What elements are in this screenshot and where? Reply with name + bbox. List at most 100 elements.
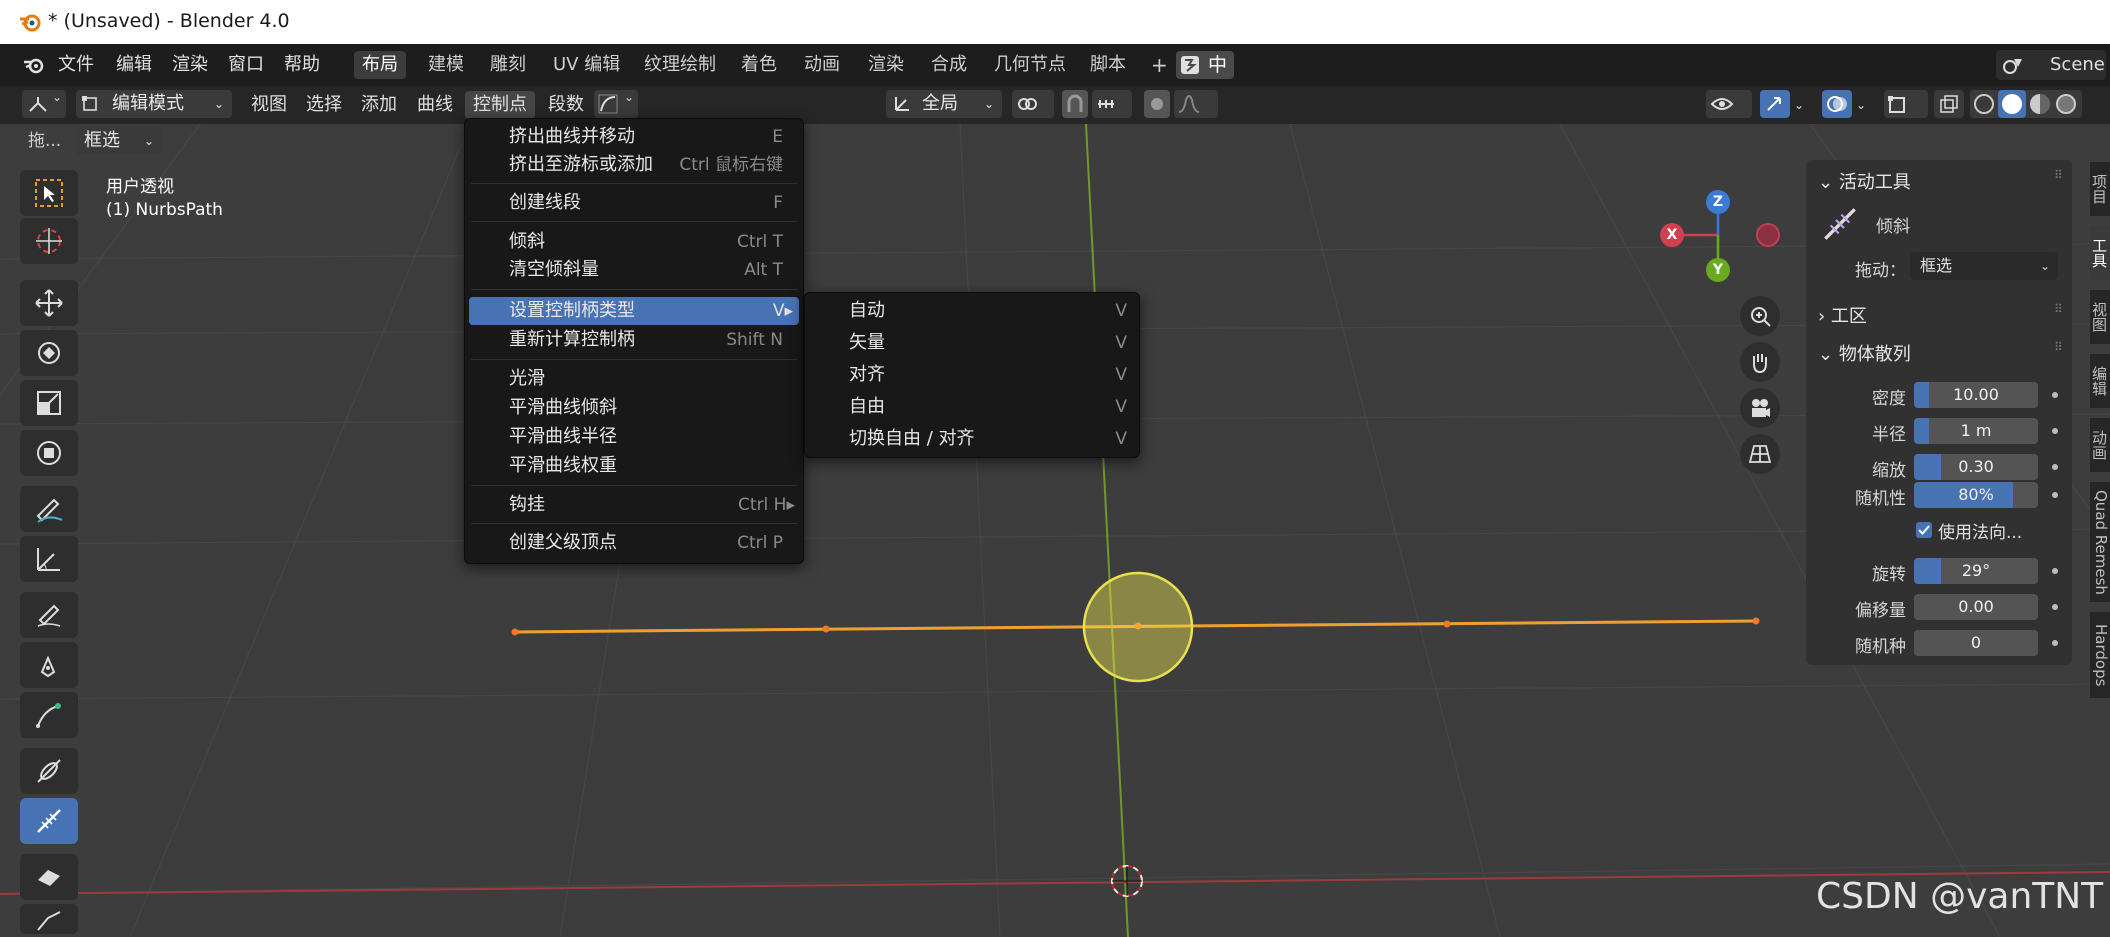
menu-curve[interactable]: 曲线 (409, 91, 461, 119)
menu-file[interactable]: 文件 (58, 52, 94, 78)
workspace-header[interactable]: › 工区 (1818, 302, 1867, 328)
side-tab-item[interactable]: 项目 (2090, 162, 2110, 216)
number-field[interactable]: 0 (1914, 630, 2038, 656)
menu-item-smooth[interactable]: 光滑 (465, 365, 803, 393)
menu-item-clear-tilt[interactable]: 清空倾斜量 Alt T (465, 256, 803, 284)
number-field[interactable]: 0.00 (1914, 594, 2038, 620)
menu-item-smooth-tilt[interactable]: 平滑曲线倾斜 (465, 394, 803, 422)
submenu-item-aligned[interactable]: 对齐 V (805, 361, 1139, 389)
menu-add[interactable]: 添加 (353, 91, 405, 119)
wireframe-shading-icon[interactable] (1974, 94, 1994, 114)
rendered-shading-icon[interactable] (2056, 94, 2076, 114)
menu-item-set-handle-type[interactable]: 设置控制柄类型 V▸ (469, 297, 799, 325)
menu-window[interactable]: 窗口 (228, 52, 264, 78)
tool-scale[interactable] (20, 380, 78, 426)
menu-control-points[interactable]: 控制点 (465, 91, 535, 119)
camera-view-button[interactable] (1740, 388, 1780, 428)
menu-segments[interactable]: 段数 (540, 91, 592, 119)
side-tab-quad-remesh[interactable]: Quad Remesh (2090, 482, 2110, 602)
keyframe-dot-icon[interactable] (2052, 392, 2058, 398)
tool-measure[interactable] (20, 536, 78, 582)
mode-dropdown[interactable]: 编辑模式 ⌄ (76, 90, 232, 118)
submenu-item-free[interactable]: 自由 V (805, 393, 1139, 421)
tool-move[interactable] (20, 280, 78, 326)
editor-type-button[interactable]: ⌄ (22, 90, 66, 118)
tab-layout[interactable]: 布局 (354, 51, 406, 79)
menu-item-extrude-cursor[interactable]: 挤出至游标或添加 Ctrl 鼠标右键 (465, 151, 803, 179)
perspective-toggle-button[interactable] (1740, 434, 1780, 474)
keyframe-dot-icon[interactable] (2052, 604, 2058, 610)
keyframe-dot-icon[interactable] (2052, 464, 2058, 470)
3d-viewport[interactable] (0, 124, 2110, 937)
tab-shading[interactable]: 着色 (733, 51, 785, 79)
tab-rendering[interactable]: 渲染 (860, 51, 912, 79)
drag-dropdown[interactable]: 框选 ⌄ (1910, 252, 2058, 280)
menu-edit[interactable]: 编辑 (116, 52, 152, 78)
tool-tilt[interactable] (20, 798, 78, 844)
menu-item-smooth-radius[interactable]: 平滑曲线半径 (465, 423, 803, 451)
menu-item-smooth-weight[interactable]: 平滑曲线权重 (465, 452, 803, 480)
menu-item-make-segment[interactable]: 创建线段 F (465, 189, 803, 217)
number-field[interactable]: 80% (1914, 482, 2038, 508)
tab-uv-editing[interactable]: UV 编辑 (545, 51, 628, 79)
number-field[interactable]: 1 m (1914, 418, 2038, 444)
scatter-header[interactable]: ⌄ 物体散列 (1818, 340, 1911, 366)
drag-handle-icon[interactable]: ⠿ (2054, 340, 2063, 354)
curve-display-button[interactable]: ⌄ (594, 90, 638, 118)
visibility-button[interactable] (1706, 90, 1752, 118)
xray-toggle[interactable] (1934, 90, 1964, 118)
pan-button[interactable] (1740, 342, 1780, 382)
use-normal-checkbox[interactable] (1916, 522, 1932, 538)
falloff-button[interactable] (1174, 90, 1218, 118)
axis-y-icon[interactable]: Y (1706, 258, 1730, 282)
menu-item-extrude-move[interactable]: 挤出曲线并移动 E (465, 123, 803, 151)
proportional-edit-toggle[interactable] (1144, 90, 1170, 118)
tool-annotate[interactable] (20, 486, 78, 532)
side-tab-animation[interactable]: 动画 (2090, 418, 2110, 472)
pivot-point-button[interactable] (1012, 90, 1054, 118)
number-field[interactable]: 29° (1914, 558, 2038, 584)
submenu-item-vector[interactable]: 矢量 V (805, 329, 1139, 357)
side-tab-edit[interactable]: 编辑 (2090, 354, 2110, 408)
submenu-item-toggle-free-align[interactable]: 切换自由 / 对齐 V (805, 425, 1139, 453)
tab-scripting[interactable]: 脚本 (1082, 51, 1134, 79)
tab-animation[interactable]: 动画 (796, 51, 848, 79)
keyframe-dot-icon[interactable] (2052, 428, 2058, 434)
menu-help[interactable]: 帮助 (284, 52, 320, 78)
menu-view[interactable]: 视图 (243, 91, 295, 119)
tool-randomize[interactable] (20, 854, 78, 900)
gizmo-toggle[interactable] (1760, 90, 1790, 118)
snap-toggle[interactable] (1062, 90, 1088, 118)
keyframe-dot-icon[interactable] (2052, 640, 2058, 646)
menu-item-recalc-handles[interactable]: 重新计算控制柄 Shift N (465, 326, 803, 354)
menu-item-hooks[interactable]: 钩挂 Ctrl H▸ (465, 491, 803, 519)
overlay-toggle[interactable] (1822, 90, 1852, 118)
tab-sculpting[interactable]: 雕刻 (482, 51, 534, 79)
tool-pen[interactable] (20, 642, 78, 688)
tab-texture-paint[interactable]: 纹理绘制 (636, 51, 724, 79)
menu-render[interactable]: 渲染 (172, 52, 208, 78)
scene-selector[interactable]: Scene (1996, 50, 2106, 80)
active-tool-header[interactable]: ⌄ 活动工具 (1818, 168, 1911, 194)
axis-neg-x-icon[interactable] (1756, 223, 1780, 247)
tool-extrude-cursor[interactable] (20, 692, 78, 738)
tool-more[interactable] (20, 904, 78, 934)
material-shading-icon[interactable] (2030, 94, 2050, 114)
axis-z-icon[interactable]: Z (1706, 190, 1730, 214)
mesh-edit-overlay-button[interactable] (1884, 90, 1928, 118)
tool-select-box[interactable] (20, 170, 78, 216)
number-field[interactable]: 10.00 (1914, 382, 2038, 408)
navigation-gizmo[interactable]: Z X Y (1650, 180, 1780, 290)
menu-item-make-vertex-parent[interactable]: 创建父级顶点 Ctrl P (465, 529, 803, 557)
tool-cursor[interactable] (20, 218, 78, 264)
side-tab-hardops[interactable]: Hardops (2090, 612, 2110, 698)
tab-modeling[interactable]: 建模 (420, 51, 472, 79)
chevron-down-icon[interactable]: ⌄ (1790, 91, 1808, 119)
tool-rotate[interactable] (20, 330, 78, 376)
axis-x-icon[interactable]: X (1660, 223, 1684, 247)
keyframe-dot-icon[interactable] (2052, 568, 2058, 574)
menu-select[interactable]: 选择 (298, 91, 350, 119)
select-mode-dropdown[interactable]: 框选 ⌄ (76, 127, 162, 155)
add-workspace-button[interactable]: + (1143, 51, 1176, 79)
tool-transform[interactable] (20, 430, 78, 476)
